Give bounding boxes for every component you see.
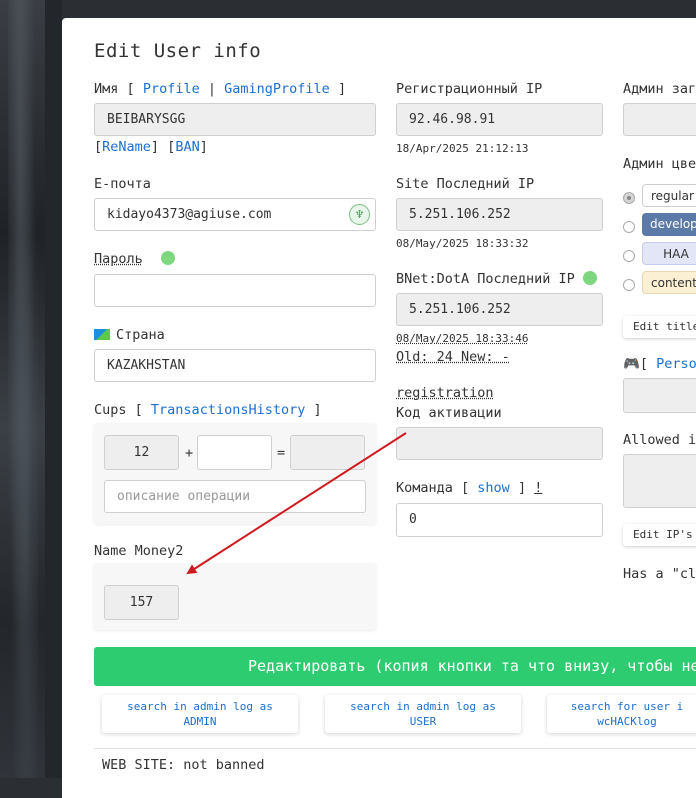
annotation-arrow (186, 432, 407, 575)
arrow-line (186, 432, 407, 575)
